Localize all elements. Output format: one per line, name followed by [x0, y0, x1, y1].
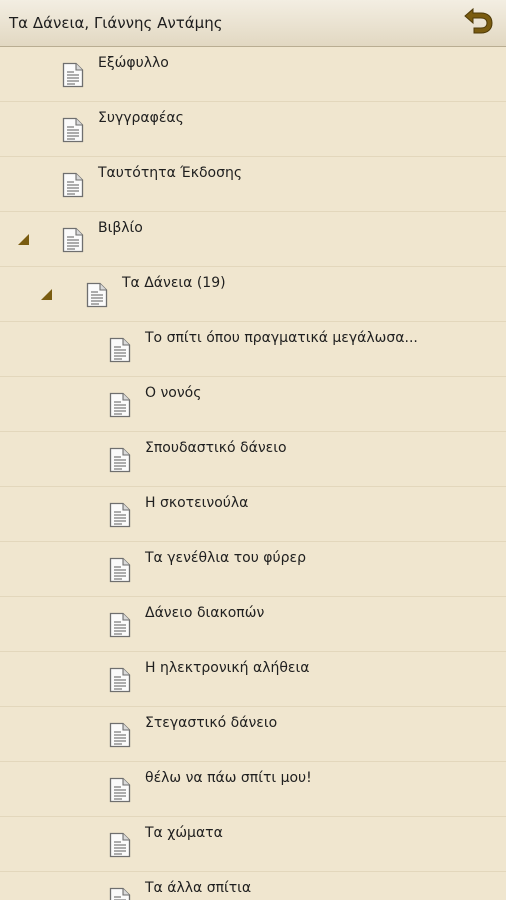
toc-item-label: Το σπίτι όπου πραγματικά μεγάλωσα... — [145, 330, 418, 346]
toc-item[interactable]: Ταυτότητα Έκδοσης — [0, 157, 506, 212]
toc-item-label: Ταυτότητα Έκδοσης — [98, 165, 243, 181]
toc-item[interactable]: Δάνειο διακοπών — [0, 597, 506, 652]
toc-item[interactable]: Τα χώματα — [0, 817, 506, 872]
document-icon — [86, 282, 108, 308]
back-arrow-icon — [461, 7, 495, 39]
toc-item[interactable]: Βιβλίο — [0, 212, 506, 267]
document-icon — [109, 612, 131, 638]
toc-item-label: Ο νονός — [145, 385, 202, 401]
expanded-triangle-icon[interactable] — [17, 232, 31, 246]
document-icon — [109, 392, 131, 418]
document-icon — [62, 172, 84, 198]
toc-item[interactable]: Η ηλεκτρονική αλήθεια — [0, 652, 506, 707]
toc-item-label: Τα άλλα σπίτια — [145, 880, 252, 896]
document-icon — [109, 832, 131, 858]
book-title: Τα Δάνεια, Γιάννης Αντάμης — [9, 14, 223, 32]
document-icon — [109, 777, 131, 803]
document-icon — [62, 227, 84, 253]
title-bar: Τα Δάνεια, Γιάννης Αντάμης — [0, 0, 506, 47]
toc-item[interactable]: Τα άλλα σπίτια — [0, 872, 506, 900]
toc-item-label: Δάνειο διακοπών — [145, 605, 265, 621]
document-icon — [109, 502, 131, 528]
document-icon — [109, 337, 131, 363]
document-icon — [109, 722, 131, 748]
toc-item[interactable]: Ο νονός — [0, 377, 506, 432]
toc-item-label: Εξώφυλλο — [98, 55, 169, 71]
toc-item-label: Τα χώματα — [145, 825, 223, 841]
toc-item[interactable]: Στεγαστικό δάνειο — [0, 707, 506, 762]
toc-item-label: Συγγραφέας — [98, 110, 184, 126]
toc-item[interactable]: Σπουδαστικό δάνειο — [0, 432, 506, 487]
toc-item-label: θέλω να πάω σπίτι μου! — [145, 770, 312, 786]
expanded-triangle-icon[interactable] — [40, 287, 54, 301]
toc-item[interactable]: θέλω να πάω σπίτι μου! — [0, 762, 506, 817]
back-button[interactable] — [456, 6, 500, 40]
toc-item-label: Τα γενέθλια του φύρερ — [145, 550, 306, 566]
document-icon — [109, 887, 131, 900]
toc-item[interactable]: Συγγραφέας — [0, 102, 506, 157]
toc-item-label: Σπουδαστικό δάνειο — [145, 440, 287, 456]
toc-item[interactable]: Εξώφυλλο — [0, 47, 506, 102]
document-icon — [62, 62, 84, 88]
toc-item-label: Στεγαστικό δάνειο — [145, 715, 278, 731]
document-icon — [109, 447, 131, 473]
toc-item-label: Η ηλεκτρονική αλήθεια — [145, 660, 310, 676]
toc-item[interactable]: Τα γενέθλια του φύρερ — [0, 542, 506, 597]
toc-item-label: Βιβλίο — [98, 220, 143, 236]
toc-item[interactable]: Τα Δάνεια (19) — [0, 267, 506, 322]
document-icon — [109, 667, 131, 693]
toc-item-label: Τα Δάνεια (19) — [122, 275, 226, 291]
toc-item[interactable]: Η σκοτεινούλα — [0, 487, 506, 542]
table-of-contents[interactable]: Εξώφυλλο Συγγραφέας Ταυτότητα Έκδοσης Βιβλί… — [0, 47, 506, 900]
document-icon — [109, 557, 131, 583]
document-icon — [62, 117, 84, 143]
toc-item[interactable]: Το σπίτι όπου πραγματικά μεγάλωσα... — [0, 322, 506, 377]
toc-item-label: Η σκοτεινούλα — [145, 495, 249, 511]
